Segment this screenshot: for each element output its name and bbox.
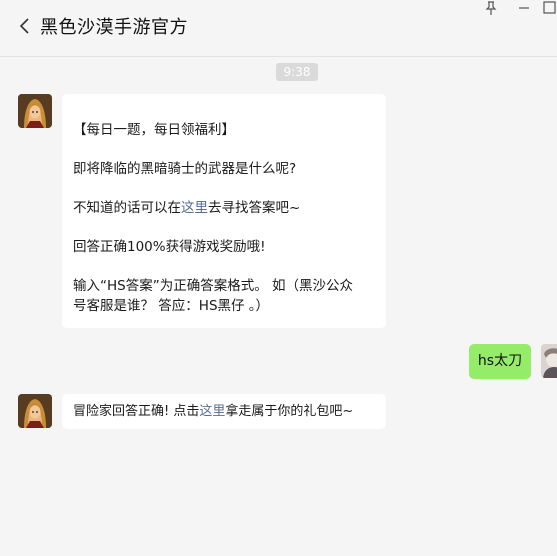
answer-link[interactable]: 这里 [181,200,208,216]
message-line: 即将降临的黑暗骑士的武器是什么呢? [73,161,297,177]
message-line: 输入“HS答案”为正确答案格式。 如（黑沙公众 [73,278,353,294]
message-bubble-correct-answer: 冒险家回答正确! 点击这里拿走属于你的礼包吧~ [62,394,386,429]
maximize-button[interactable] [542,0,557,18]
message-line: 【每日一题，每日领福利】 [73,122,235,138]
page-title: 黑色沙漠手游官方 [40,17,188,38]
gift-link[interactable]: 这里 [199,404,225,419]
reply-text: hs太刀 [477,353,523,369]
message-line: 不知道的话可以在这里去寻找答案吧~ [73,199,374,219]
maximize-icon [543,1,556,14]
pin-icon [485,1,497,15]
message-bubble-daily-question: 【每日一题，每日领福利】 即将降临的黑暗骑士的武器是什么呢? 不知道的话可以在这… [62,94,386,328]
minimize-button[interactable] [514,0,534,18]
official-account-avatar[interactable] [18,94,52,128]
knight-avatar-icon [18,394,52,428]
chat-header: 黑色沙漠手游官方 [0,0,557,57]
user-reply-bubble: hs太刀 [469,344,531,379]
message-line: 号客服是谁？ 答应：HS黑仔 。） [73,297,270,314]
pin-button[interactable] [481,0,501,18]
message-timestamp: 9:38 [276,63,318,81]
message-text: 冒险家回答正确! 点击 [73,404,200,419]
message-text: 不知道的话可以在 [73,200,181,216]
message-text: 去寻找答案吧~ [208,200,301,216]
user-avatar[interactable] [541,344,557,378]
user-avatar-icon [541,344,557,378]
chevron-left-icon [19,18,29,34]
message-line: 回答正确100%获得游戏奖励哦! [73,239,266,255]
knight-avatar-icon [18,94,52,128]
official-account-avatar[interactable] [18,394,52,428]
message-text: 拿走属于你的礼包吧~ [225,404,354,419]
minimize-icon [519,7,529,9]
back-button[interactable] [16,14,36,38]
